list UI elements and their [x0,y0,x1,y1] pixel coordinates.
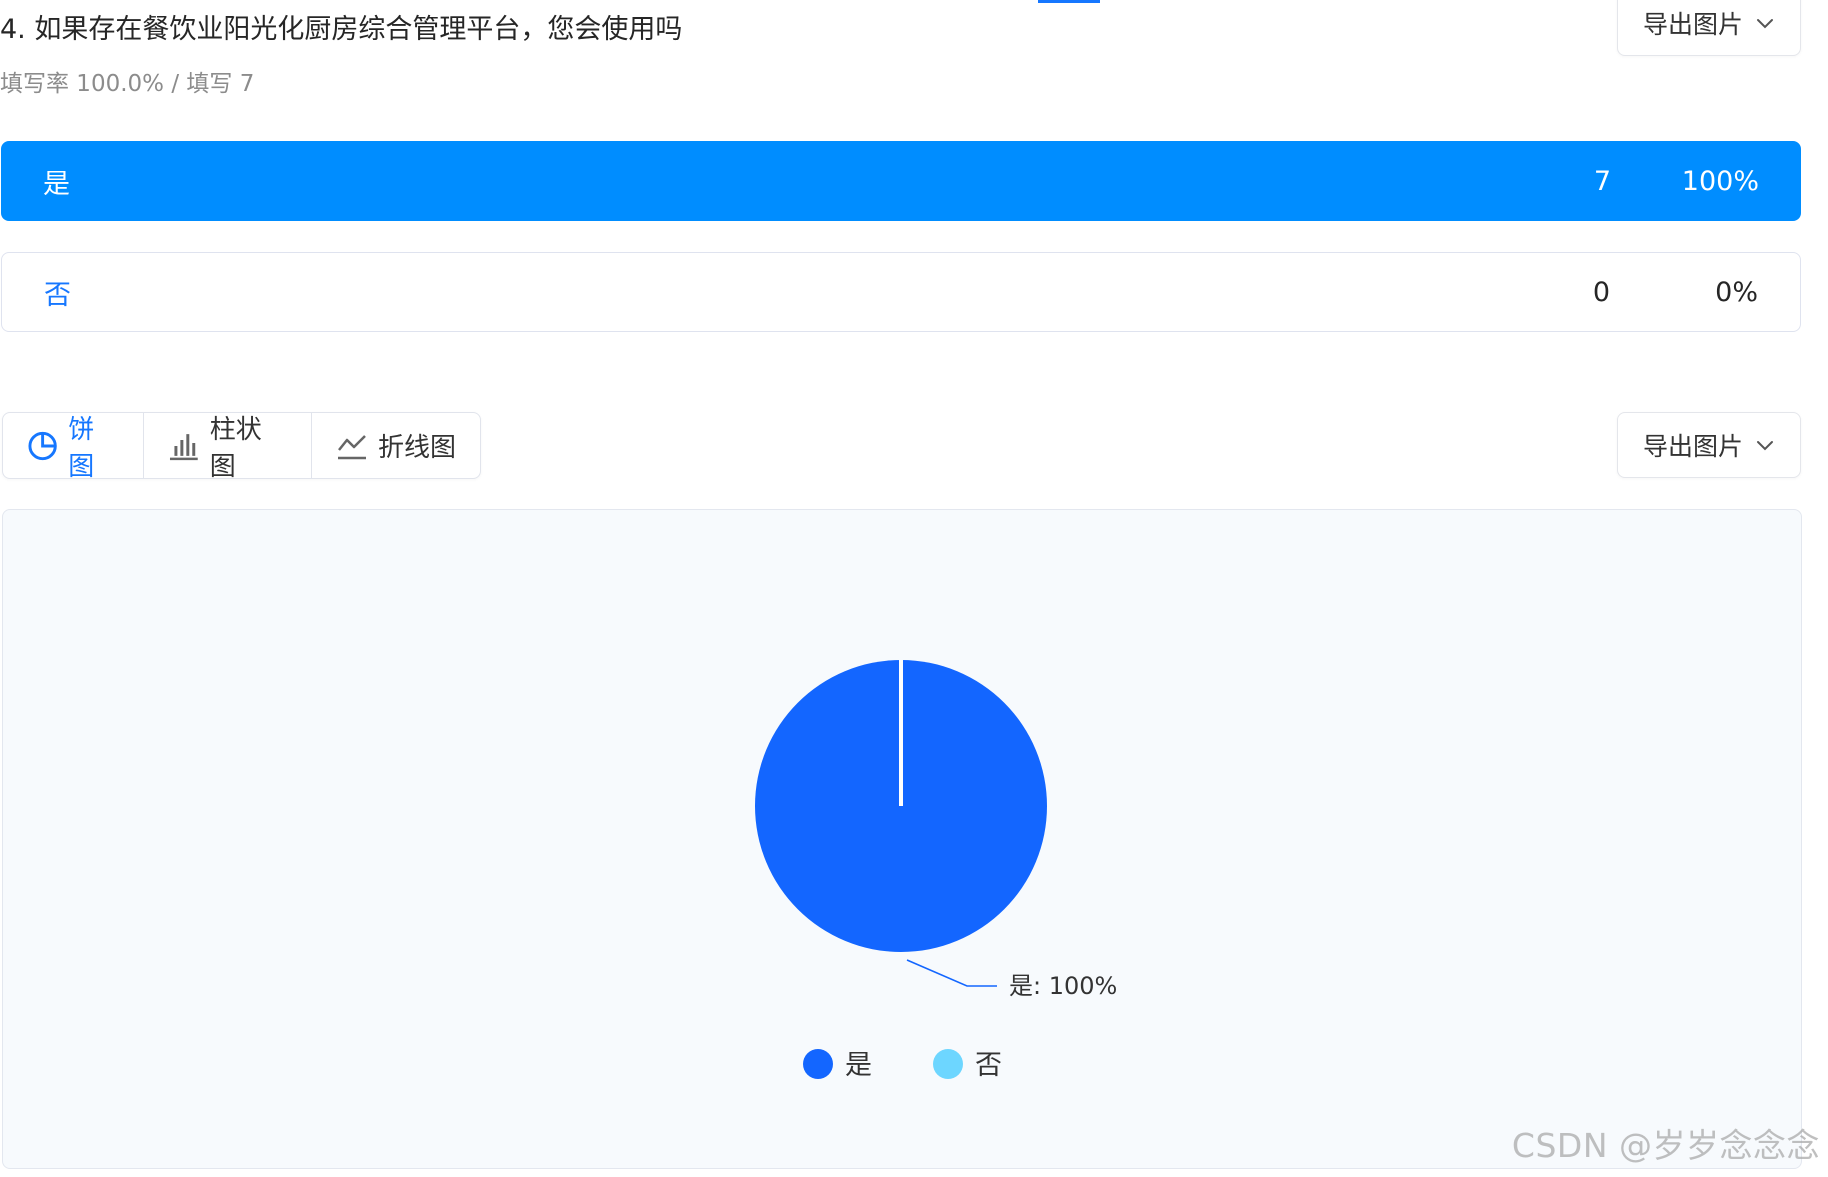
tab-pie-chart[interactable]: 饼图 [3,413,144,478]
option-count: 0 [1592,276,1610,308]
option-row-yes[interactable]: 是 7 100% [1,141,1801,221]
legend-marker-1 [933,1049,963,1079]
option-percent: 100% [1681,165,1759,197]
export-image-button-top[interactable]: 导出图片 [1617,0,1801,56]
export-image-button[interactable]: 导出图片 [1617,412,1801,478]
chevron-down-icon [1757,441,1773,451]
option-row-no[interactable]: 否 0 0% [1,252,1801,332]
tab-label: 柱状图 [209,414,262,479]
export-button-label: 导出图片 [1642,10,1743,39]
option-count: 7 [1593,165,1611,197]
slice-data-label: 是: 100% [1009,972,1117,1000]
bar-chart-icon [169,433,198,460]
chart-panel: 是: 100% 是 否 [2,509,1802,1169]
legend-label-1: 否 [975,1050,1002,1081]
option-percent: 0% [1715,276,1758,308]
tab-label: 饼图 [68,414,95,479]
chart-type-tabs: 饼图 柱状图 折线图 [2,412,481,479]
legend-marker-0 [803,1049,833,1079]
pie-chart-icon [28,431,57,460]
option-label: 是 [43,168,70,200]
question-meta: 填写率 100.0% / 填写 7 [0,71,255,97]
watermark: CSDN @岁岁念念念 [1511,1126,1820,1165]
chevron-down-icon [1757,19,1773,29]
annotation-leader-line [906,959,997,987]
export-button-label: 导出图片 [1642,432,1743,461]
tab-label: 折线图 [378,433,457,463]
question-title: 4. 如果存在餐饮业阳光化厨房综合管理平台，您会使用吗 [0,14,683,45]
pie-chart: 是: 100% 是 否 [755,660,1117,1081]
tab-bar-chart[interactable]: 柱状图 [144,413,312,478]
legend-label-0: 是 [845,1050,872,1081]
top-tab-indicator [1038,0,1100,3]
line-chart-icon [338,434,366,459]
option-label: 否 [44,279,71,311]
tab-line-chart[interactable]: 折线图 [312,413,480,478]
